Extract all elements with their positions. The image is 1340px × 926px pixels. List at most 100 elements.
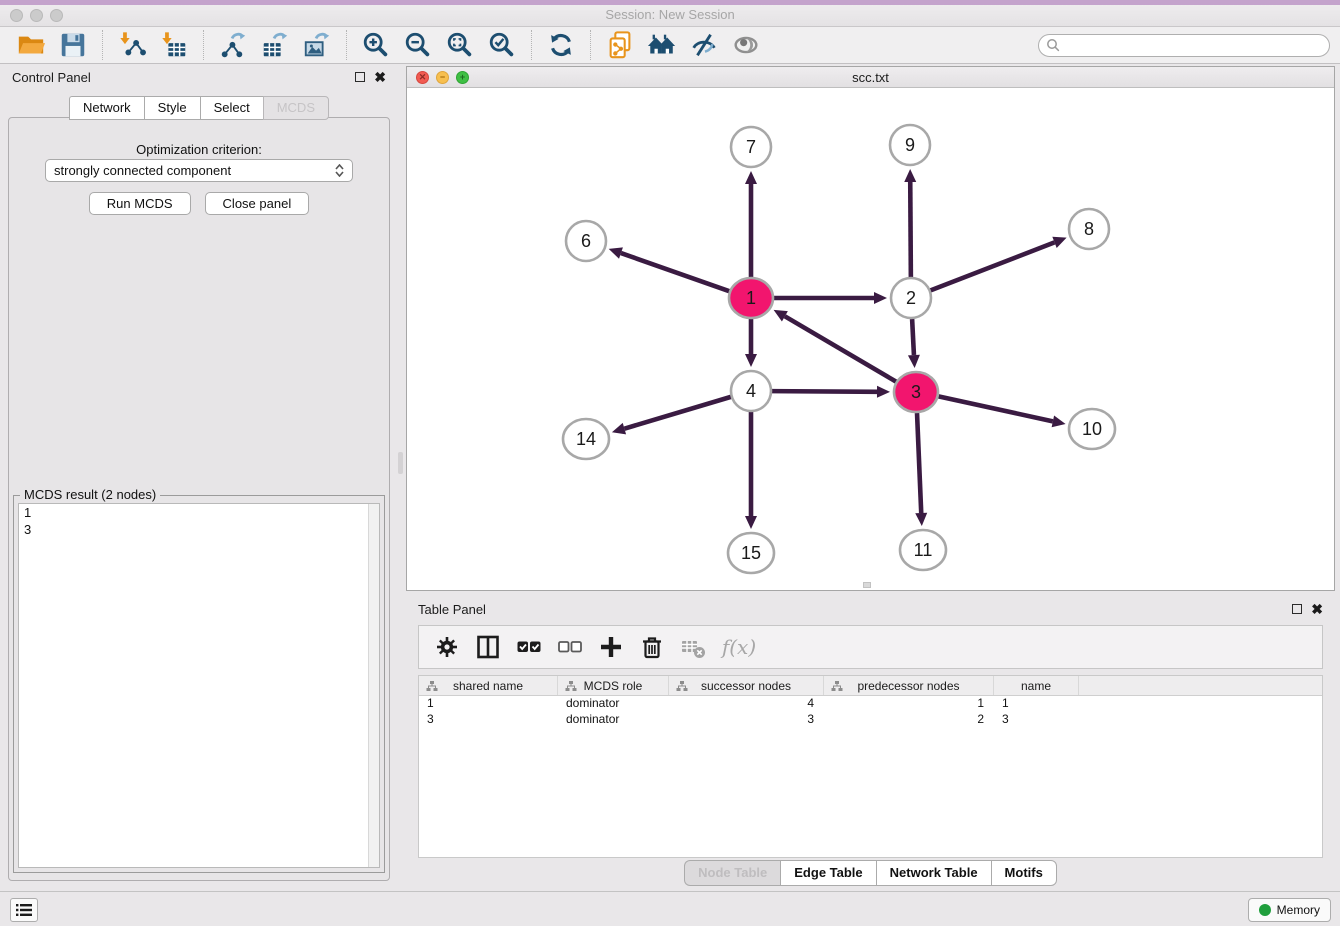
memory-button[interactable]: Memory (1248, 898, 1331, 922)
graph-node-8[interactable]: 8 (1069, 209, 1109, 249)
graph-node-3[interactable]: 3 (894, 372, 938, 412)
cell[interactable]: dominator (558, 712, 669, 728)
delete-table-button[interactable] (675, 629, 711, 665)
close-panel-icon[interactable]: ✖ (374, 70, 386, 84)
delete-button[interactable] (634, 629, 670, 665)
criterion-dropdown[interactable]: strongly connected component (45, 159, 353, 182)
gear-button[interactable] (429, 629, 465, 665)
column-header-predecessor-nodes[interactable]: predecessor nodes (824, 676, 994, 695)
sort-column-icon[interactable] (831, 680, 843, 692)
import-network-button[interactable] (111, 28, 153, 62)
graph-node-9[interactable]: 9 (890, 125, 930, 165)
search-input[interactable] (1038, 34, 1330, 57)
edge-arrowhead (612, 423, 626, 435)
edge-3-1[interactable] (785, 316, 896, 381)
tab-motifs[interactable]: Motifs (991, 860, 1057, 886)
cell[interactable]: 3 (669, 712, 824, 728)
graph-node-7[interactable]: 7 (731, 127, 771, 167)
sort-column-icon[interactable] (426, 680, 438, 692)
edge-3-10[interactable] (939, 396, 1053, 421)
table-row[interactable]: 1dominator411 (419, 696, 1322, 712)
tab-edge-table[interactable]: Edge Table (780, 860, 875, 886)
close-panel-button[interactable]: Close panel (205, 192, 310, 215)
zoom-selected-button[interactable] (481, 28, 523, 62)
edge-2-9[interactable] (910, 182, 911, 277)
tab-select[interactable]: Select (200, 96, 263, 120)
refresh-button[interactable] (540, 28, 582, 62)
edge-arrowhead (874, 292, 887, 304)
save-button[interactable] (52, 28, 94, 62)
copy-network-icon (605, 30, 635, 60)
show-panels-button[interactable] (10, 898, 38, 922)
show-eye-button[interactable] (725, 28, 767, 62)
graph-node-11[interactable]: 11 (900, 530, 946, 570)
node-label: 15 (741, 543, 761, 563)
cell[interactable]: 1 (824, 696, 994, 712)
export-image-button[interactable] (296, 28, 338, 62)
edge-2-8[interactable] (931, 242, 1055, 290)
edge-arrowhead (904, 169, 916, 182)
zoom-fit-button[interactable] (439, 28, 481, 62)
tab-mcds[interactable]: MCDS (263, 96, 329, 120)
open-folder-button[interactable] (10, 28, 52, 62)
float-table-panel-icon[interactable] (1292, 604, 1302, 614)
graph-node-10[interactable]: 10 (1069, 409, 1115, 449)
cell[interactable]: 4 (669, 696, 824, 712)
column-header-name[interactable]: name (994, 676, 1079, 695)
zoom-in-button[interactable] (355, 28, 397, 62)
zoom-selected-icon (487, 30, 517, 60)
cell[interactable]: 3 (419, 712, 558, 728)
tab-style[interactable]: Style (144, 96, 200, 120)
copy-network-button[interactable] (599, 28, 641, 62)
table-row[interactable]: 3dominator323 (419, 712, 1322, 728)
homes-button[interactable] (641, 28, 683, 62)
zoom-out-button[interactable] (397, 28, 439, 62)
import-network-icon (117, 30, 147, 60)
column-header-successor-nodes[interactable]: successor nodes (669, 676, 824, 695)
add-button[interactable] (593, 629, 629, 665)
columns-button[interactable] (470, 629, 506, 665)
import-table-button[interactable] (153, 28, 195, 62)
hide-selected-button[interactable] (683, 28, 725, 62)
cell[interactable]: 1 (994, 696, 1079, 712)
column-header-shared-name[interactable]: shared name (419, 676, 558, 695)
network-canvas[interactable]: 7 9 6 8 1 2 4 3 14 10 15 11 (407, 88, 1334, 590)
cell[interactable]: dominator (558, 696, 669, 712)
mcds-result-scrollbar[interactable] (368, 504, 379, 867)
float-panel-icon[interactable] (355, 72, 365, 82)
export-table-button[interactable] (254, 28, 296, 62)
cell[interactable]: 3 (994, 712, 1079, 728)
edge-4-3[interactable] (772, 391, 877, 392)
network-window-titlebar[interactable]: ✕ − + scc.txt (407, 67, 1334, 88)
unselect-all-button[interactable] (552, 629, 588, 665)
tab-network[interactable]: Network (69, 96, 144, 120)
sort-column-icon[interactable] (565, 680, 577, 692)
cell[interactable]: 1 (419, 696, 558, 712)
graph-node-14[interactable]: 14 (563, 419, 609, 459)
graph-node-2[interactable]: 2 (891, 278, 931, 318)
edge-2-3[interactable] (912, 319, 914, 355)
tab-node-table[interactable]: Node Table (684, 860, 780, 886)
close-table-panel-icon[interactable]: ✖ (1311, 602, 1323, 616)
edge-1-6[interactable] (621, 253, 729, 291)
panel-splitter-handle[interactable] (398, 452, 403, 474)
column-header-MCDS-role[interactable]: MCDS role (558, 676, 669, 695)
run-mcds-button[interactable]: Run MCDS (89, 192, 191, 215)
graph-node-1[interactable]: 1 (729, 278, 773, 318)
canvas-resize-handle[interactable] (863, 582, 871, 588)
edge-4-14[interactable] (624, 397, 730, 429)
graph-node-15[interactable]: 15 (728, 533, 774, 573)
tab-network-table[interactable]: Network Table (876, 860, 991, 886)
cell[interactable]: 2 (824, 712, 994, 728)
edge-arrowhead (609, 247, 623, 258)
sort-column-icon[interactable] (676, 680, 688, 692)
function-builder-button[interactable]: f(x) (716, 629, 762, 665)
edge-3-11[interactable] (917, 413, 921, 513)
graph-node-4[interactable]: 4 (731, 371, 771, 411)
network-graph[interactable]: 7 9 6 8 1 2 4 3 14 10 15 11 (407, 88, 1334, 590)
mcds-result-list[interactable]: 1 3 (18, 503, 380, 868)
select-all-button[interactable] (511, 629, 547, 665)
export-network-button[interactable] (212, 28, 254, 62)
graph-node-6[interactable]: 6 (566, 221, 606, 261)
table-panel-title: Table Panel (418, 602, 486, 617)
